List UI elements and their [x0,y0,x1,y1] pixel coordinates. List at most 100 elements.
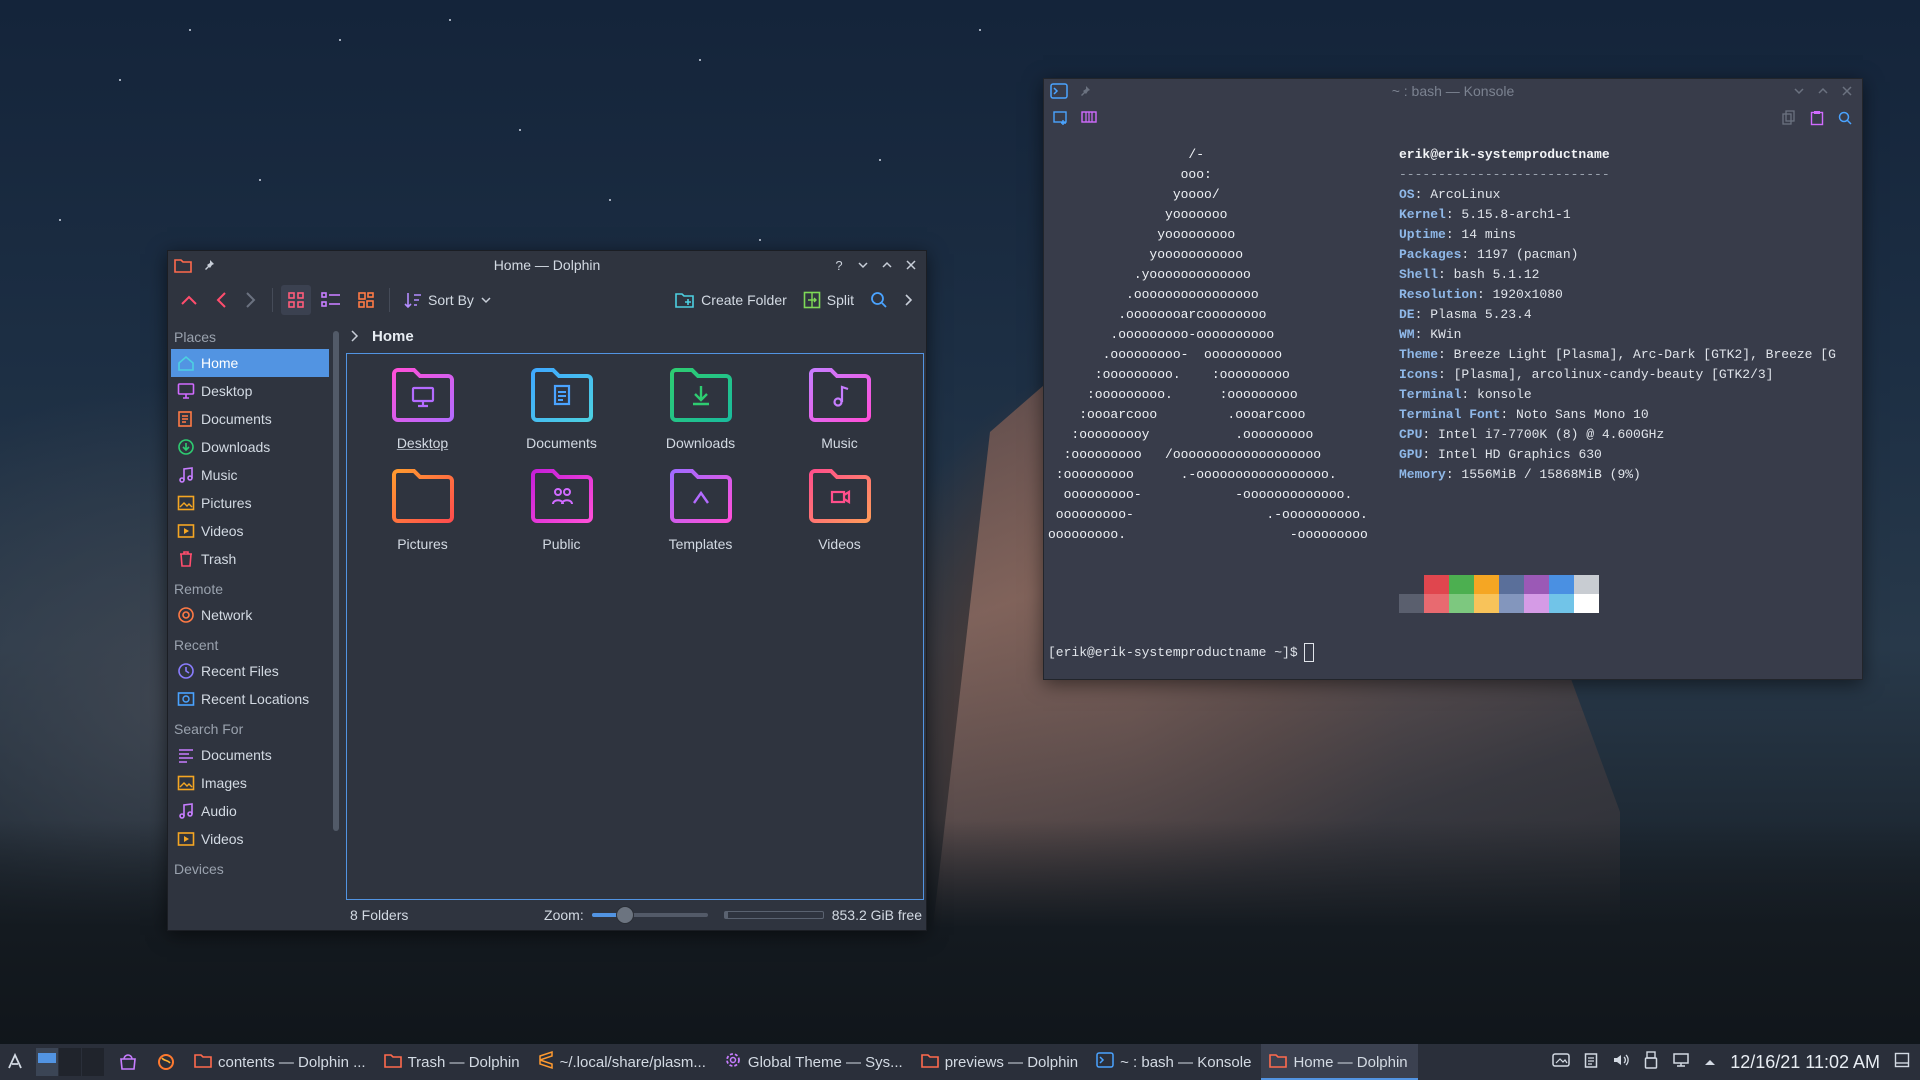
maximize-button[interactable] [1814,82,1832,100]
network-icon[interactable] [1672,1052,1690,1072]
places-item-videos[interactable]: Videos [171,825,329,853]
places-item-label: Recent Locations [201,691,310,707]
terminal-output[interactable]: /- ooo: yoooo/ yooooooo yooooooooo yoooo… [1044,145,1862,679]
split-button[interactable]: Split [797,285,860,315]
search-icon[interactable] [1836,109,1854,127]
scrollbar-thumb[interactable] [333,331,339,831]
desktop-3[interactable] [82,1048,104,1076]
places-item-images[interactable]: Images [171,769,329,797]
clock[interactable]: 12/16/21 11:02 AM [1730,1052,1880,1073]
show-desktop-icon[interactable] [1894,1052,1910,1072]
close-button[interactable] [902,256,920,274]
shell-prompt[interactable]: [erik@erik-systemproductname ~]$ [1048,643,1314,662]
places-item-documents[interactable]: Documents [171,405,329,433]
create-folder-button[interactable]: Create Folder [669,285,793,315]
konsole-window[interactable]: ~ : bash — Konsole /- ooo: yoooo/ yooooo… [1043,78,1863,680]
tray-expand-icon[interactable] [1704,1054,1716,1071]
folder-public[interactable]: Public [492,465,631,552]
maximize-button[interactable] [878,256,896,274]
places-item-home[interactable]: Home [171,349,329,377]
places-item-trash[interactable]: Trash [171,545,329,573]
desktop-1[interactable] [36,1048,58,1076]
task-2[interactable]: ~/.local/share/plasm... [530,1044,716,1080]
folder-desktop[interactable]: Desktop [353,364,492,451]
paste-icon[interactable] [1808,109,1826,127]
places-scrollbar[interactable] [332,331,340,918]
task-label: previews — Dolphin [944,1053,1079,1071]
folder-downloads[interactable]: Downloads [631,364,770,451]
minimize-button[interactable] [854,256,872,274]
launcher-firefox-icon[interactable] [148,1044,186,1080]
places-item-recent-locations[interactable]: Recent Locations [171,685,329,713]
places-item-label: Downloads [201,439,271,455]
folder-count: 8 Folders [350,907,409,923]
split-view-icon[interactable] [1080,109,1098,127]
sort-by-button[interactable]: Sort By [398,285,498,315]
copy-icon[interactable] [1780,109,1798,127]
info-row: Uptime: 14 mins [1399,227,1517,242]
konsole-titlebar[interactable]: ~ : bash — Konsole [1044,79,1862,103]
usb-device-icon[interactable] [1644,1051,1658,1073]
places-item-audio[interactable]: Audio [171,797,329,825]
folder-pictures[interactable]: Pictures [353,465,492,552]
close-button[interactable] [1838,82,1856,100]
places-item-desktop[interactable]: Desktop [171,377,329,405]
breadcrumb[interactable]: Home [342,321,926,351]
info-value: ArcoLinux [1430,187,1501,202]
screenshot-icon[interactable] [1552,1052,1570,1072]
folder-label: Pictures [397,536,448,552]
zoom-slider-handle[interactable] [616,906,635,924]
pin-icon[interactable] [200,256,218,274]
dolphin-titlebar[interactable]: Home — Dolphin ? [168,251,926,279]
task-1[interactable]: Trash — Dolphin [376,1044,530,1080]
places-item-videos[interactable]: Videos [171,517,329,545]
folder-music[interactable]: Music [770,364,909,451]
info-value: Intel HD Graphics 630 [1438,447,1602,462]
places-item-documents[interactable]: Documents [171,741,329,769]
clipboard-icon[interactable] [1584,1051,1598,1073]
places-item-pictures[interactable]: Pictures [171,489,329,517]
pin-icon[interactable] [1076,82,1094,100]
virtual-desktop-pager[interactable] [36,1048,104,1076]
folder-label: Public [542,536,581,552]
task-4[interactable]: previews — Dolphin [913,1044,1088,1080]
places-item-recent-files[interactable]: Recent Files [171,657,329,685]
arcolinux-logo-icon [8,1052,22,1069]
task-3[interactable]: Global Theme — Sys... [716,1044,913,1080]
folder-videos[interactable]: Videos [770,465,909,552]
folder-templates[interactable]: Templates [631,465,770,552]
desktop-2[interactable] [59,1048,81,1076]
forward-button[interactable] [238,285,264,315]
dolphin-window[interactable]: Home — Dolphin ? Sort By Create Folder S… [167,250,927,931]
folder-documents[interactable]: Documents [492,364,631,451]
app-launcher-button[interactable] [0,1052,30,1072]
konsole-app-icon[interactable] [1050,82,1068,100]
minimize-button[interactable] [1790,82,1808,100]
back-button[interactable] [208,285,234,315]
places-item-network[interactable]: Network [171,601,329,629]
places-item-music[interactable]: Music [171,461,329,489]
task-6[interactable]: Home — Dolphin [1261,1044,1418,1080]
palette-swatch [1449,594,1474,613]
taskbar: contents — Dolphin ... Trash — Dolphin ~/.… [0,1044,1920,1080]
places-item-downloads[interactable]: Downloads [171,433,329,461]
details-view-button[interactable] [315,285,347,315]
ascii-line: :ooooooooo. :ooooooooo [1048,387,1298,402]
icons-view-button[interactable] [281,285,311,315]
zoom-slider[interactable] [591,906,708,924]
volume-icon[interactable] [1612,1052,1630,1072]
desktop-icon [177,382,195,400]
up-button[interactable] [174,285,204,315]
help-button[interactable]: ? [830,256,848,274]
new-tab-icon[interactable] [1052,109,1070,127]
icon-view[interactable]: Desktop Documents Downloads Music Pictures Pu… [346,353,924,900]
compact-view-button[interactable] [351,285,381,315]
neofetch-info: erik@erik-systemproductname -------------… [1399,145,1836,485]
more-button[interactable] [898,285,920,315]
task-5[interactable]: ~ : bash — Konsole [1088,1044,1261,1080]
launcher-store-icon[interactable] [110,1044,148,1080]
search-button[interactable] [864,285,894,315]
folder-app-icon[interactable] [174,256,192,274]
breadcrumb-home[interactable]: Home [372,328,414,345]
task-0[interactable]: contents — Dolphin ... [186,1044,376,1080]
